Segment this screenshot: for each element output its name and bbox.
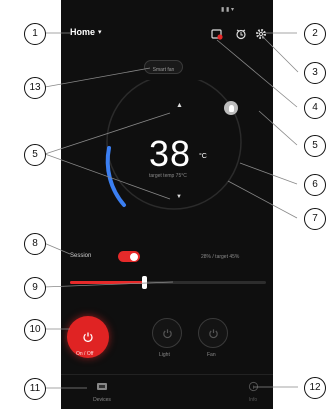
temperature-readout: 38 °C [149, 133, 207, 175]
fan-label: Fan [207, 352, 216, 358]
slider-fill [70, 281, 145, 284]
session-label: Session [70, 253, 92, 259]
callout-8: 8 [24, 233, 46, 255]
location-selector[interactable]: Home ▾ [70, 27, 102, 37]
session-toggle[interactable] [118, 251, 140, 262]
slider-thumb[interactable] [142, 276, 148, 289]
toggle-knob [130, 252, 138, 261]
callout-2: 2 [304, 23, 326, 45]
chevron-down-icon: ▾ [98, 29, 102, 36]
info-icon [248, 381, 258, 392]
timer-icon[interactable] [235, 27, 247, 40]
nav-devices[interactable]: Devices [87, 379, 117, 405]
callout-7: 7 [304, 208, 326, 230]
callout-3: 3 [304, 62, 326, 84]
callout-13: 13 [24, 77, 46, 99]
callout-4: 4 [304, 97, 326, 119]
mode-pill[interactable]: Smart fan [144, 60, 183, 74]
light-label: Light [159, 352, 170, 358]
fan-power-icon [208, 328, 218, 338]
light-power-icon [162, 328, 172, 338]
callout-12: 12 [304, 377, 326, 399]
schedule-icon[interactable] [211, 27, 223, 40]
callout-1: 1 [24, 23, 46, 45]
power-icon [83, 332, 93, 343]
decrease-arrow[interactable]: ▼ [176, 194, 182, 200]
devices-icon [97, 383, 107, 390]
session-readout: 28% / target 45% [201, 254, 240, 260]
flame-icon [228, 104, 234, 112]
callout-10: 10 [24, 319, 46, 341]
light-button[interactable] [152, 318, 182, 348]
settings-icon[interactable] [255, 27, 267, 39]
boost-button[interactable] [224, 101, 238, 115]
power-label: On / Off [76, 351, 94, 357]
nav-info[interactable]: Info [241, 379, 265, 405]
mode-pill-label: Smart fan [152, 67, 175, 73]
nav-divider [61, 374, 273, 375]
nav-info-label: Info [248, 397, 258, 403]
callout-9: 9 [24, 277, 46, 299]
callout-5-right: 5 [304, 135, 326, 157]
target-temp-caption: target temp 75°C [149, 173, 187, 179]
session-slider[interactable] [70, 276, 266, 289]
fan-button[interactable] [198, 318, 228, 348]
nav-devices-label: Devices [93, 397, 111, 403]
phone-screen: ▮ ▮ ▾ Home ▾ Smart fan ▲ ▼ 38 °C target … [61, 0, 273, 409]
callout-6: 6 [304, 174, 326, 196]
temperature-value: 38 [149, 133, 192, 174]
callout-11: 11 [24, 378, 46, 400]
location-label: Home [70, 27, 96, 37]
status-bar-icons: ▮ ▮ ▾ [221, 7, 234, 13]
temperature-unit: °C [199, 153, 207, 160]
increase-arrow[interactable]: ▲ [176, 102, 183, 109]
callout-5-left: 5 [24, 144, 46, 166]
